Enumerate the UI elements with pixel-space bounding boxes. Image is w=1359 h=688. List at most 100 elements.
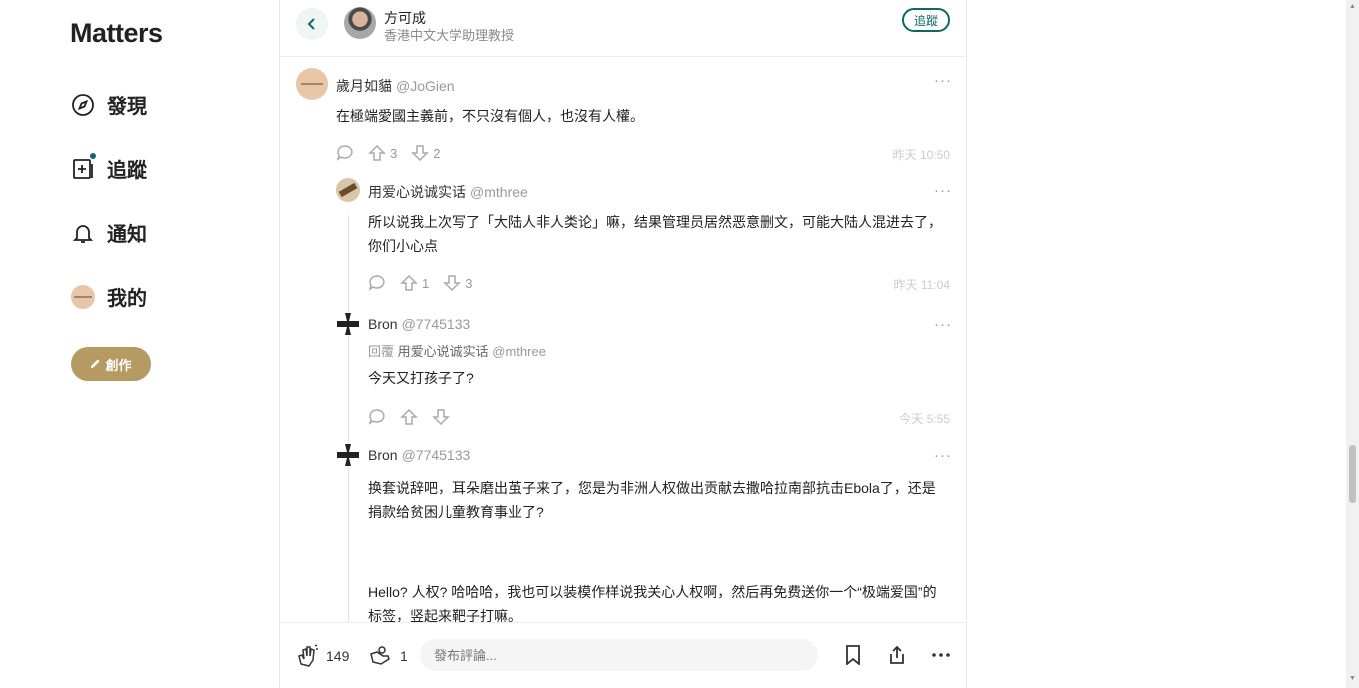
downvote-button[interactable] (432, 408, 450, 426)
clap-count: 149 (326, 648, 350, 664)
bell-icon (70, 220, 95, 245)
commenter-handle: @JoGien (396, 78, 455, 94)
commenter-name[interactable]: Bron @7745133 (368, 316, 470, 332)
comment-bubble-icon (368, 275, 385, 291)
upvote-arrow-icon (400, 274, 418, 291)
reply-to-handle[interactable]: @mthree (492, 344, 546, 359)
more-dots-icon (932, 653, 950, 657)
comment-text: 在極端愛國主義前，不只沒有個人，也沒有人權。 (336, 108, 644, 124)
commenter-name[interactable]: 用爱心说诚实话 @mthree (368, 182, 528, 202)
donate-button[interactable]: 1 (368, 644, 408, 668)
clap-button[interactable]: 149 (296, 644, 349, 668)
article-header: 方可成 香港中文大学助理教授 追蹤 (280, 0, 966, 57)
nav-notifications[interactable]: 通知 (70, 218, 147, 247)
commenter-avatar[interactable] (336, 443, 360, 467)
bottom-toolbar: 149 1 (280, 622, 966, 688)
downvote-arrow-icon (411, 145, 430, 162)
upvote-arrow-icon (368, 144, 386, 161)
nav-me-label: 我的 (107, 288, 147, 310)
more-options-icon[interactable]: ··· (934, 72, 952, 89)
upvote-count: 1 (422, 275, 430, 291)
nav-discover[interactable]: 發現 (70, 90, 147, 119)
upvote-button[interactable]: 3 (368, 144, 397, 162)
scrollbar[interactable]: ▲ ▼ (1346, 0, 1359, 688)
comment-reply: 用爱心说诚实话 @mthree ··· 所以说我上次写了「大陆人非人类论」嘛，结果… (280, 177, 966, 307)
commenter-handle: @7745133 (401, 316, 471, 332)
comment-text: 换套说辞吧，耳朵磨出茧子来了，您是为非洲人权做出贡献去撒哈拉南部抗击Ebola了… (368, 480, 936, 520)
comment-input[interactable] (420, 639, 818, 671)
pencil-icon (90, 357, 101, 372)
commenter-name[interactable]: 歲月如貓 @JoGien (336, 76, 455, 96)
iron-cross-icon (337, 313, 359, 335)
author-avatar[interactable] (344, 7, 376, 39)
commenter-name[interactable]: Bron @7745133 (368, 447, 470, 463)
comment-text-paragraph-2: Hello? 人权? 哈哈哈，我也可以装模作样说我关心人权啊，然后再免费送你一个… (368, 584, 937, 622)
more-options-icon[interactable]: ··· (934, 182, 952, 199)
upvote-button[interactable]: 1 (400, 274, 429, 292)
nav-following[interactable]: 追蹤 (70, 152, 147, 183)
more-options-icon[interactable]: ··· (934, 316, 952, 333)
commenter-display-name: Bron (368, 316, 398, 332)
upvote-arrow-icon (400, 408, 418, 425)
comment-reply: Bron @7745133 ··· 回覆 用爱心说诚实话 @mthree 今天又打… (280, 311, 966, 439)
share-button[interactable] (886, 644, 908, 666)
comment-actions: 1 3 (368, 274, 472, 292)
comment-reply: Bron @7745133 ··· 换套说辞吧，耳朵磨出茧子来了，您是为非洲人权做… (280, 442, 966, 622)
commenter-avatar[interactable] (336, 178, 360, 202)
comment-actions: 3 2 (336, 144, 440, 162)
compass-icon (70, 92, 95, 117)
left-sidebar: Matters 發現 追蹤 通知 我的 創作 (0, 0, 279, 688)
more-options-icon[interactable]: ··· (934, 447, 952, 464)
commenter-avatar[interactable] (336, 312, 360, 336)
downvote-count: 3 (465, 275, 473, 291)
share-icon (890, 645, 904, 664)
nav-notifications-label: 通知 (107, 224, 147, 246)
reply-to-name[interactable]: 用爱心说诚实话 (398, 344, 489, 359)
follow-button[interactable]: 追蹤 (902, 8, 950, 32)
scrollbar-thumb[interactable] (1349, 445, 1356, 503)
comment-text: 今天又打孩子了? (368, 370, 474, 386)
more-options-button[interactable] (930, 644, 952, 666)
author-description: 香港中文大学助理教授 (384, 28, 515, 43)
commenter-handle: @7745133 (401, 447, 471, 463)
notification-dot (89, 152, 97, 160)
downvote-button[interactable]: 2 (411, 144, 440, 162)
comment-actions (368, 408, 450, 426)
comment-bubble-icon (336, 145, 353, 161)
upvote-count: 3 (390, 145, 398, 161)
commenter-display-name: 用爱心说诚实话 (368, 184, 466, 200)
downvote-arrow-icon (432, 409, 450, 426)
commenter-display-name: Bron (368, 447, 398, 463)
scroll-up-arrow-icon[interactable]: ▲ (1349, 3, 1356, 10)
upvote-button[interactable] (400, 408, 418, 426)
comment-timestamp: 昨天 10:50 (892, 148, 950, 162)
chevron-left-icon (307, 18, 315, 30)
main-column: 方可成 香港中文大学助理教授 追蹤 歲月如貓 @JoGien ··· 在極端愛國主… (279, 0, 967, 688)
donate-count: 1 (400, 648, 408, 664)
reply-button[interactable] (368, 274, 386, 292)
follow-feed-icon (70, 152, 97, 181)
bookmark-icon (846, 645, 860, 665)
commenter-handle: @mthree (470, 184, 528, 200)
bookmark-button[interactable] (842, 644, 864, 666)
downvote-button[interactable]: 3 (443, 274, 472, 292)
page: Matters 發現 追蹤 通知 我的 創作 方可成 香港中文大学助理教授 追蹤… (0, 0, 1359, 688)
avatar-wrapper (70, 284, 95, 309)
back-button[interactable] (296, 8, 328, 40)
commenter-avatar[interactable] (296, 68, 328, 100)
downvote-count: 2 (433, 145, 441, 161)
reply-prefix: 回覆 (368, 344, 395, 359)
reply-to-line: 回覆 用爱心说诚实话 @mthree (368, 341, 546, 360)
reply-button[interactable] (368, 408, 386, 426)
matters-logo[interactable]: Matters (70, 18, 163, 49)
create-button[interactable]: 創作 (71, 347, 151, 381)
commenter-display-name: 歲月如貓 (336, 78, 392, 94)
clap-hand-icon (298, 644, 318, 667)
comment: 歲月如貓 @JoGien ··· 在極端愛國主義前，不只沒有個人，也沒有人權。 3… (280, 57, 966, 177)
donate-hand-icon (370, 646, 390, 665)
scroll-down-arrow-icon[interactable]: ▼ (1349, 675, 1356, 682)
reply-button[interactable] (336, 144, 354, 162)
avatar (70, 284, 95, 309)
comment-text: 所以说我上次写了「大陆人非人类论」嘛，结果管理员居然恶意删文，可能大陆人混进去了… (368, 214, 942, 254)
nav-me[interactable]: 我的 (70, 282, 147, 311)
